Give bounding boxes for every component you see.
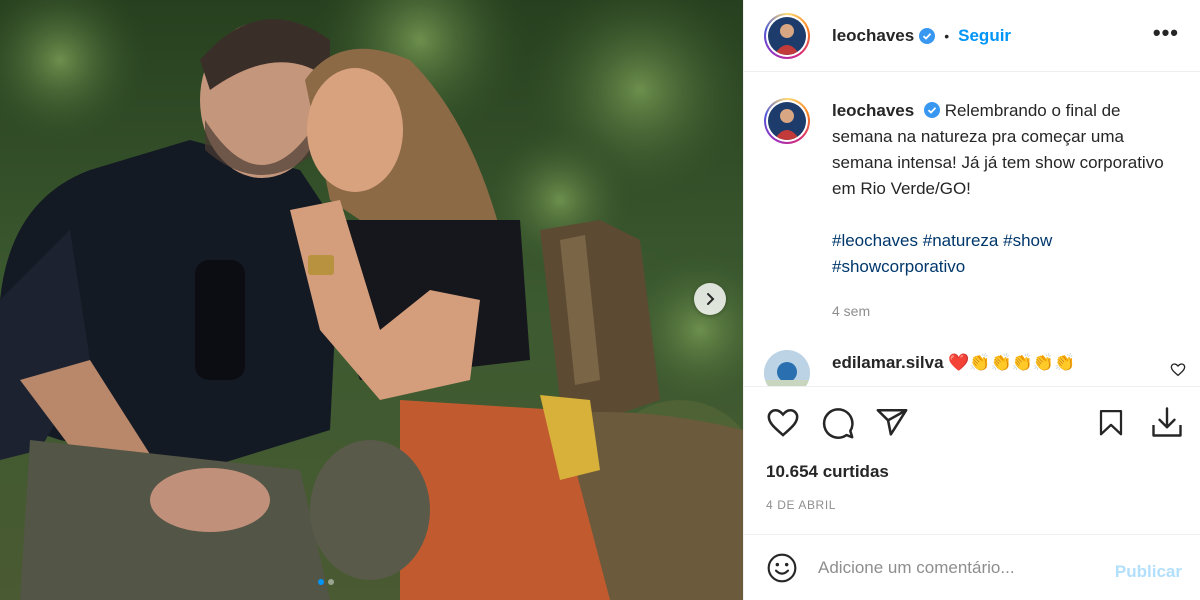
post-header: leochaves • Seguir ••• [744,0,1200,72]
commenter-avatar[interactable] [764,350,810,386]
photo-scene [0,0,743,600]
header-separator: • [944,27,950,44]
caption-timestamp[interactable]: 4 sem [832,298,1184,324]
hashtag-list: #leochaves #natureza #show #showcorporat… [832,228,1184,280]
verified-badge-icon [923,102,940,118]
carousel-dot-active [318,579,324,585]
hashtag-link[interactable]: #showcorporativo [832,257,965,276]
next-slide-button[interactable] [694,283,726,315]
hashtag-link[interactable]: #leochaves [832,231,918,250]
chevron-right-icon [707,293,715,305]
instagram-post-view: leochaves • Seguir ••• leochaves Relembr… [0,0,1200,600]
avatar-photo [768,16,806,55]
post-date: 4 DE ABRIL [766,498,837,512]
post-photo[interactable] [0,0,743,600]
comment-item: edilamar.silva ❤️👏👏👏👏👏 [764,350,1184,386]
hashtag-link[interactable]: #natureza [923,231,999,250]
paper-plane-icon[interactable] [875,406,909,440]
comment-body: edilamar.silva ❤️👏👏👏👏👏 [832,350,1075,386]
caption-username[interactable]: leochaves [832,101,914,120]
avatar-photo [768,102,806,140]
carousel-indicator [318,579,334,585]
author-avatar[interactable] [764,12,810,59]
post-side-panel: leochaves • Seguir ••• leochaves Relembr… [743,0,1200,600]
caption: leochaves Relembrando o final de semana … [764,98,1184,324]
commenter-username[interactable]: edilamar.silva [832,353,944,372]
more-options-icon[interactable]: ••• [1153,20,1179,46]
comment-input[interactable] [818,557,1088,578]
comment-heart-icon[interactable] [1170,362,1186,378]
follow-button[interactable]: Seguir [958,26,1011,46]
carousel-dot [328,579,334,585]
heart-icon[interactable] [766,406,800,440]
download-icon[interactable] [1149,404,1185,440]
publish-button[interactable]: Publicar [1115,562,1182,582]
hashtag-link[interactable]: #show [1003,231,1052,250]
comment-bubble-icon[interactable] [821,406,855,440]
like-count[interactable]: 10.654 curtidas [766,462,889,482]
caption-body: leochaves Relembrando o final de semana … [832,98,1184,324]
smiley-icon[interactable] [766,552,798,584]
author-username[interactable]: leochaves [832,26,914,46]
bookmark-icon[interactable] [1096,406,1126,440]
avatar-photo [764,350,810,386]
caption-author-avatar[interactable] [764,98,810,144]
comment-text: ❤️👏👏👏👏👏 [948,353,1076,372]
verified-badge-icon [919,27,936,44]
